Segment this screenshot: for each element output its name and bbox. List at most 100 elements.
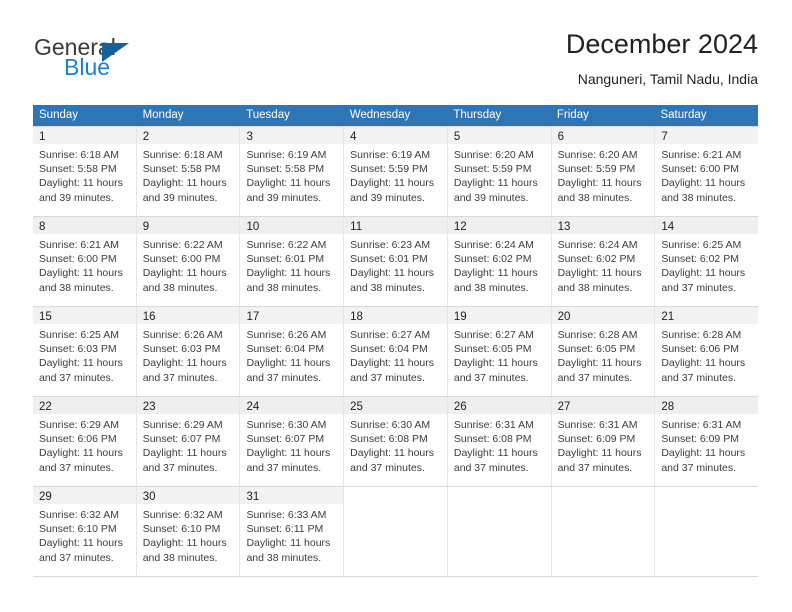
day-details: Sunrise: 6:29 AM Sunset: 6:06 PM Daylight:…	[33, 414, 136, 475]
calendar-day-cell[interactable]: 26 Sunrise: 6:31 AM Sunset: 6:08 PM Dayligh…	[447, 397, 552, 486]
weekday-header-row: Sunday Monday Tuesday Wednesday Thursday…	[33, 105, 758, 126]
daylight-text-line2: and 39 minutes.	[142, 191, 218, 204]
day-details	[552, 504, 655, 508]
day-number-bar: 1	[33, 127, 136, 144]
daylight-text-line2: and 38 minutes.	[557, 281, 633, 294]
daylight-text-line1: Daylight: 11 hours	[350, 357, 435, 370]
calendar-day-cell[interactable]: 13 Sunrise: 6:24 AM Sunset: 6:02 PM Dayligh…	[551, 217, 656, 306]
day-details: Sunrise: 6:27 AM Sunset: 6:04 PM Daylight:…	[344, 324, 447, 385]
calendar-day-cell[interactable]: 25 Sunrise: 6:30 AM Sunset: 6:08 PM Dayligh…	[344, 397, 448, 486]
calendar-day-cell[interactable]: 8 Sunrise: 6:21 AM Sunset: 6:00 PM Daylight…	[33, 217, 137, 306]
calendar-day-cell[interactable]: 27 Sunrise: 6:31 AM Sunset: 6:09 PM Dayligh…	[551, 397, 656, 486]
daylight-text-line2: and 37 minutes.	[557, 371, 633, 384]
calendar-day-cell[interactable]: 16 Sunrise: 6:26 AM Sunset: 6:03 PM Dayligh…	[136, 307, 241, 396]
daylight-text-line2: and 37 minutes.	[246, 371, 322, 384]
daylight-text-line2: and 37 minutes.	[350, 371, 425, 384]
day-number-bar: 29	[33, 487, 136, 504]
day-details: Sunrise: 6:25 AM Sunset: 6:03 PM Daylight:…	[33, 324, 136, 385]
calendar-day-cell[interactable]: 21 Sunrise: 6:28 AM Sunset: 6:06 PM Dayligh…	[655, 307, 759, 396]
calendar-day-cell[interactable]: 29 Sunrise: 6:32 AM Sunset: 6:10 PM Dayligh…	[33, 487, 137, 576]
daylight-text-line1: Daylight: 11 hours	[39, 537, 123, 550]
day-number: 25	[350, 401, 363, 413]
day-number: 30	[142, 491, 156, 503]
sunset-text: Sunset: 6:02 PM	[453, 253, 532, 266]
sunrise-text: Sunrise: 6:24 AM	[453, 239, 534, 251]
calendar-day-cell[interactable]: 24 Sunrise: 6:30 AM Sunset: 6:07 PM Dayligh…	[240, 397, 345, 486]
day-number-bar: 25	[344, 397, 447, 414]
daylight-text-line2: and 39 minutes.	[39, 191, 114, 204]
day-details: Sunrise: 6:28 AM Sunset: 6:06 PM Daylight:…	[655, 324, 758, 385]
weekday-header-sunday: Sunday	[39, 109, 79, 121]
calendar-day-cell[interactable]: 3 Sunrise: 6:19 AM Sunset: 5:58 PM Daylight…	[240, 127, 345, 216]
sunrise-text: Sunrise: 6:26 AM	[246, 329, 327, 341]
calendar-day-cell[interactable]: 12 Sunrise: 6:24 AM Sunset: 6:02 PM Dayligh…	[447, 217, 552, 306]
calendar-day-cell[interactable]: 30 Sunrise: 6:32 AM Sunset: 6:10 PM Dayligh…	[136, 487, 241, 576]
calendar-day-cell[interactable]: 5 Sunrise: 6:20 AM Sunset: 5:59 PM Daylight…	[447, 127, 552, 216]
daylight-text-line1: Daylight: 11 hours	[453, 267, 538, 280]
day-details: Sunrise: 6:31 AM Sunset: 6:08 PM Daylight:…	[448, 414, 551, 475]
sunrise-text: Sunrise: 6:22 AM	[246, 239, 327, 251]
calendar-day-cell[interactable]: 23 Sunrise: 6:29 AM Sunset: 6:07 PM Dayligh…	[136, 397, 241, 486]
daylight-text-line1: Daylight: 11 hours	[453, 357, 538, 370]
sunset-text: Sunset: 6:04 PM	[350, 343, 428, 356]
calendar-day-cell[interactable]: 20 Sunrise: 6:28 AM Sunset: 6:05 PM Dayligh…	[551, 307, 656, 396]
day-details: Sunrise: 6:32 AM Sunset: 6:10 PM Daylight:…	[33, 504, 136, 565]
daylight-text-line2: and 37 minutes.	[350, 461, 425, 474]
day-number-bar	[448, 487, 551, 504]
day-details: Sunrise: 6:24 AM Sunset: 6:02 PM Daylight:…	[448, 234, 551, 295]
calendar-day-cell[interactable]: 9 Sunrise: 6:22 AM Sunset: 6:00 PM Daylight…	[136, 217, 241, 306]
day-number-bar: 2	[136, 127, 240, 144]
calendar-day-cell[interactable]: 6 Sunrise: 6:20 AM Sunset: 5:59 PM Daylight…	[551, 127, 656, 216]
day-number: 22	[39, 401, 52, 413]
daylight-text-line2: and 39 minutes.	[246, 191, 322, 204]
calendar-day-cell[interactable]: 1 Sunrise: 6:18 AM Sunset: 5:58 PM Daylight…	[33, 127, 137, 216]
daylight-text-line1: Daylight: 11 hours	[39, 447, 123, 460]
daylight-text-line1: Daylight: 11 hours	[39, 177, 123, 190]
day-details: Sunrise: 6:25 AM Sunset: 6:02 PM Daylight:…	[655, 234, 758, 295]
sunrise-text: Sunrise: 6:23 AM	[350, 239, 431, 251]
sunrise-text: Sunrise: 6:28 AM	[661, 329, 742, 341]
calendar-day-cell[interactable]: 15 Sunrise: 6:25 AM Sunset: 6:03 PM Dayligh…	[33, 307, 137, 396]
calendar-day-cell[interactable]: 7 Sunrise: 6:21 AM Sunset: 6:00 PM Daylight…	[655, 127, 759, 216]
day-number-bar: 17	[240, 307, 344, 324]
daylight-text-line1: Daylight: 11 hours	[39, 357, 123, 370]
weekday-header-saturday: Saturday	[660, 109, 707, 121]
calendar-day-cell[interactable]: 17 Sunrise: 6:26 AM Sunset: 6:04 PM Dayligh…	[240, 307, 345, 396]
day-number-bar: 27	[551, 397, 655, 414]
calendar-day-cell[interactable]: 4 Sunrise: 6:19 AM Sunset: 5:59 PM Daylight…	[344, 127, 448, 216]
calendar-day-cell[interactable]: 19 Sunrise: 6:27 AM Sunset: 6:05 PM Dayligh…	[447, 307, 552, 396]
general-blue-logo[interactable]: General Blue	[34, 34, 224, 86]
day-number: 29	[39, 491, 52, 503]
weekday-header-thursday: Thursday	[453, 109, 502, 121]
day-details: Sunrise: 6:30 AM Sunset: 6:07 PM Daylight:…	[240, 414, 343, 475]
daylight-text-line1: Daylight: 11 hours	[350, 267, 435, 280]
day-number: 19	[453, 311, 467, 323]
calendar-day-cell[interactable]: 10 Sunrise: 6:22 AM Sunset: 6:01 PM Dayligh…	[240, 217, 345, 306]
daylight-text-line2: and 38 minutes.	[39, 281, 114, 294]
calendar-day-cell[interactable]: 14 Sunrise: 6:25 AM Sunset: 6:02 PM Dayligh…	[655, 217, 759, 306]
calendar-day-cell[interactable]: 22 Sunrise: 6:29 AM Sunset: 6:06 PM Dayligh…	[33, 397, 137, 486]
day-details: Sunrise: 6:24 AM Sunset: 6:02 PM Daylight:…	[552, 234, 655, 295]
calendar-week-row: 8 Sunrise: 6:21 AM Sunset: 6:00 PM Daylight…	[33, 216, 759, 306]
daylight-text-line2: and 37 minutes.	[142, 371, 218, 384]
calendar-day-cell[interactable]: 31 Sunrise: 6:33 AM Sunset: 6:11 PM Dayligh…	[240, 487, 345, 576]
sunset-text: Sunset: 5:58 PM	[142, 163, 221, 176]
day-number-bar: 30	[136, 487, 240, 504]
calendar-day-cell[interactable]: 28 Sunrise: 6:31 AM Sunset: 6:09 PM Dayligh…	[655, 397, 759, 486]
sunrise-text: Sunrise: 6:31 AM	[557, 419, 638, 431]
sunset-text: Sunset: 6:11 PM	[246, 523, 324, 536]
day-number-bar: 26	[447, 397, 551, 414]
sunset-text: Sunset: 5:59 PM	[453, 163, 532, 176]
daylight-text-line2: and 37 minutes.	[142, 461, 218, 474]
calendar-day-cell[interactable]: 18 Sunrise: 6:27 AM Sunset: 6:04 PM Dayligh…	[344, 307, 448, 396]
sunrise-text: Sunrise: 6:31 AM	[661, 419, 742, 431]
calendar-week-row: 22 Sunrise: 6:29 AM Sunset: 6:06 PM Dayligh…	[33, 396, 759, 486]
sunset-text: Sunset: 6:00 PM	[39, 253, 117, 266]
calendar-day-cell[interactable]: 11 Sunrise: 6:23 AM Sunset: 6:01 PM Dayligh…	[344, 217, 448, 306]
sunrise-text: Sunrise: 6:29 AM	[142, 419, 223, 431]
weekday-header-tuesday: Tuesday	[246, 109, 290, 121]
sunset-text: Sunset: 6:07 PM	[142, 433, 221, 446]
day-number: 15	[39, 311, 52, 323]
sunset-text: Sunset: 6:10 PM	[142, 523, 221, 536]
calendar-day-cell[interactable]: 2 Sunrise: 6:18 AM Sunset: 5:58 PM Daylight…	[136, 127, 241, 216]
